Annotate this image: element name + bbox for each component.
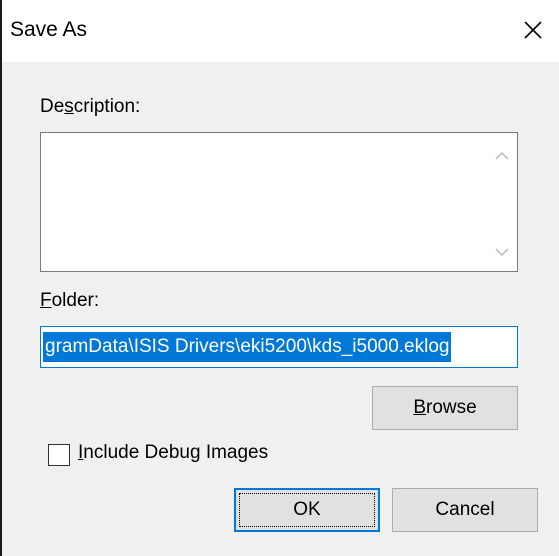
folder-label: Folder: — [40, 290, 100, 311]
save-as-dialog: Save As Description: Folder: gramData\IS… — [0, 0, 559, 556]
scroll-up-icon[interactable] — [493, 147, 511, 165]
focus-rectangle — [239, 493, 375, 527]
title-bar: Save As — [2, 0, 559, 62]
close-icon — [524, 21, 542, 39]
description-label: Description: — [40, 96, 141, 117]
cancel-button[interactable]: Cancel — [392, 488, 538, 532]
window-edge — [0, 0, 2, 556]
dialog-title: Save As — [10, 18, 88, 41]
include-debug-images-label[interactable]: Include Debug Images — [78, 442, 268, 464]
folder-path-text: gramData\ISIS Drivers\eki5200\kds_i5000.… — [43, 332, 452, 362]
description-scrollbar[interactable] — [487, 133, 517, 271]
description-textarea[interactable] — [40, 132, 518, 272]
close-button[interactable] — [513, 10, 553, 50]
scroll-down-icon[interactable] — [493, 243, 511, 261]
ok-button[interactable]: OK — [234, 488, 380, 532]
folder-input[interactable]: gramData\ISIS Drivers\eki5200\kds_i5000.… — [40, 326, 518, 368]
browse-button[interactable]: Browse — [372, 386, 518, 430]
include-debug-images-checkbox[interactable] — [48, 444, 70, 466]
